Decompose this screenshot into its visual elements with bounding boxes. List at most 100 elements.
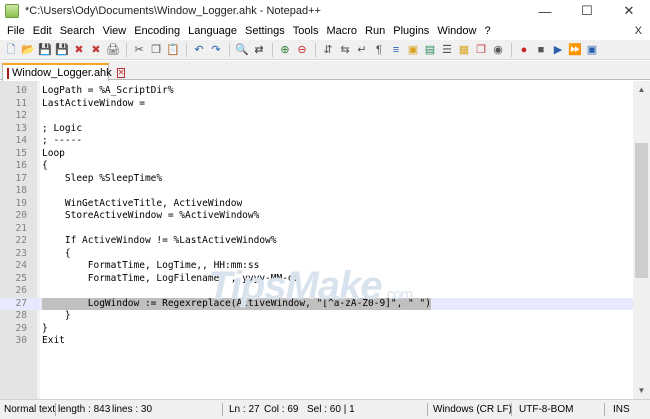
status-eol-format[interactable]: Windows (CR LF): [433, 400, 512, 419]
cut-icon[interactable]: ✂: [131, 42, 147, 58]
code-line-text[interactable]: Sleep %SleepTime%: [42, 173, 162, 186]
new-file-icon[interactable]: 🗋: [3, 42, 19, 58]
code-line-text[interactable]: WinGetActiveTitle, ActiveWindow: [42, 198, 242, 211]
menu-edit[interactable]: Edit: [29, 25, 56, 37]
menu-encoding[interactable]: Encoding: [130, 25, 184, 37]
code-line-text[interactable]: {: [42, 248, 71, 261]
code-line-text[interactable]: }: [42, 310, 71, 323]
code-line[interactable]: 30 Exit: [0, 335, 633, 348]
stop-recording-icon[interactable]: ■: [533, 42, 549, 58]
code-line-text[interactable]: Loop: [42, 148, 65, 161]
save-macro-icon[interactable]: ▣: [584, 42, 600, 58]
menu-run[interactable]: Run: [361, 25, 389, 37]
line-number: 16: [15, 160, 27, 171]
code-line[interactable]: 13 ; Logic: [0, 123, 633, 136]
menu-tools[interactable]: Tools: [289, 25, 323, 37]
menu-macro[interactable]: Macro: [322, 25, 361, 37]
close-all-icon[interactable]: ✖: [88, 42, 104, 58]
code-line[interactable]: 15 Loop: [0, 148, 633, 161]
zoom-in-icon[interactable]: ⊕: [277, 42, 293, 58]
copy-icon[interactable]: ❐: [148, 42, 164, 58]
menu-search[interactable]: Search: [56, 25, 99, 37]
run-macro-multiple-icon[interactable]: ⏩: [567, 42, 583, 58]
maximize-button[interactable]: ☐: [566, 0, 608, 22]
line-number: 24: [15, 260, 27, 271]
scroll-up-arrow-icon[interactable]: ▲: [633, 81, 650, 98]
scrollbar-thumb[interactable]: [635, 143, 648, 278]
replace-icon[interactable]: ⇄: [251, 42, 267, 58]
menu-window[interactable]: Window: [433, 25, 480, 37]
close-document-menu-button[interactable]: X: [635, 22, 642, 40]
vertical-scrollbar[interactable]: ▲ ▼: [633, 81, 650, 399]
code-line-text[interactable]: ; -----: [42, 135, 82, 148]
open-file-icon[interactable]: 📂: [20, 42, 36, 58]
code-line[interactable]: 23 {: [0, 248, 633, 261]
code-line-text[interactable]: {: [42, 160, 48, 173]
code-line[interactable]: 10 LogPath = %A_ScriptDir%: [0, 85, 633, 98]
code-line[interactable]: 18: [0, 185, 633, 198]
record-macro-icon[interactable]: ●: [516, 42, 532, 58]
window-title: *C:\Users\Ody\Documents\Window_Logger.ah…: [25, 5, 321, 17]
menu-view[interactable]: View: [99, 25, 131, 37]
monitoring-icon[interactable]: ◉: [490, 42, 506, 58]
notepad-plus-plus-icon: [5, 4, 19, 18]
folder-as-workspace-icon[interactable]: ▦: [456, 42, 472, 58]
code-line-text[interactable]: LogPath = %A_ScriptDir%: [42, 85, 174, 98]
code-line[interactable]: 16 {: [0, 160, 633, 173]
save-icon[interactable]: 💾: [37, 42, 53, 58]
code-line[interactable]: 19 WinGetActiveTitle, ActiveWindow: [0, 198, 633, 211]
sync-vertical-icon[interactable]: ⇵: [320, 42, 336, 58]
code-line[interactable]: 17 Sleep %SleepTime%: [0, 173, 633, 186]
line-number: 26: [15, 285, 27, 296]
word-wrap-icon[interactable]: ↵: [354, 42, 370, 58]
code-line-text[interactable]: StoreActiveWindow = %ActiveWindow%: [42, 210, 259, 223]
minimize-button[interactable]: —: [524, 0, 566, 22]
code-line[interactable]: 11 LastActiveWindow =: [0, 98, 633, 111]
playback-macro-icon[interactable]: ▶: [550, 42, 566, 58]
save-all-icon[interactable]: 💾: [54, 42, 70, 58]
editor-area[interactable]: 10 LogPath = %A_ScriptDir% 11 LastActiveWin…: [0, 81, 650, 399]
scroll-down-arrow-icon[interactable]: ▼: [633, 382, 650, 399]
zoom-out-icon[interactable]: ⊖: [294, 42, 310, 58]
code-line[interactable]: 22 If ActiveWindow != %LastActiveWindow%: [0, 235, 633, 248]
close-window-button[interactable]: ✕: [608, 0, 650, 22]
code-line-text[interactable]: Exit: [42, 335, 65, 348]
menu-plugins[interactable]: Plugins: [389, 25, 433, 37]
status-insert-mode[interactable]: INS: [613, 400, 630, 419]
code-line-text[interactable]: }: [42, 323, 48, 336]
find-icon[interactable]: 🔍: [234, 42, 250, 58]
toolbar-separator: [272, 42, 273, 57]
menu-file[interactable]: File: [3, 25, 29, 37]
code-line[interactable]: 29}: [0, 323, 633, 336]
redo-icon[interactable]: ↷: [208, 42, 224, 58]
close-file-icon[interactable]: ✖: [71, 42, 87, 58]
user-language-icon[interactable]: ▣: [405, 42, 421, 58]
watermark-text: TipsMake: [208, 264, 383, 308]
tab-close-button[interactable]: ✕: [116, 68, 126, 78]
code-line-text[interactable]: LastActiveWindow =: [42, 98, 145, 111]
function-list-icon[interactable]: ☰: [439, 42, 455, 58]
code-line[interactable]: 28 }: [0, 310, 633, 323]
print-icon[interactable]: 🖨: [105, 42, 121, 58]
sync-horizontal-icon[interactable]: ⇆: [337, 42, 353, 58]
code-line[interactable]: 20 StoreActiveWindow = %ActiveWindow%: [0, 210, 633, 223]
status-encoding[interactable]: UTF-8-BOM: [519, 400, 573, 419]
code-line-text[interactable]: If ActiveWindow != %LastActiveWindow%: [42, 235, 277, 248]
code-line[interactable]: 12: [0, 110, 633, 123]
undo-icon[interactable]: ↶: [191, 42, 207, 58]
menu-language[interactable]: Language: [184, 25, 241, 37]
document-list-icon[interactable]: ❐: [473, 42, 489, 58]
menu-settings[interactable]: Settings: [241, 25, 289, 37]
tab-window-logger[interactable]: Window_Logger.ahk ✕: [2, 63, 126, 81]
show-all-chars-icon[interactable]: ¶: [371, 42, 387, 58]
toolbar-separator: [511, 42, 512, 57]
menu-help[interactable]: ?: [480, 25, 494, 37]
window-controls: — ☐ ✕: [524, 0, 650, 22]
toolbar-separator: [186, 42, 187, 57]
indent-guide-icon[interactable]: ≡: [388, 42, 404, 58]
document-map-icon[interactable]: ▤: [422, 42, 438, 58]
code-line[interactable]: 14 ; -----: [0, 135, 633, 148]
code-line-text[interactable]: ; Logic: [42, 123, 82, 136]
code-line[interactable]: 21: [0, 223, 633, 236]
paste-icon[interactable]: 📋: [165, 42, 181, 58]
